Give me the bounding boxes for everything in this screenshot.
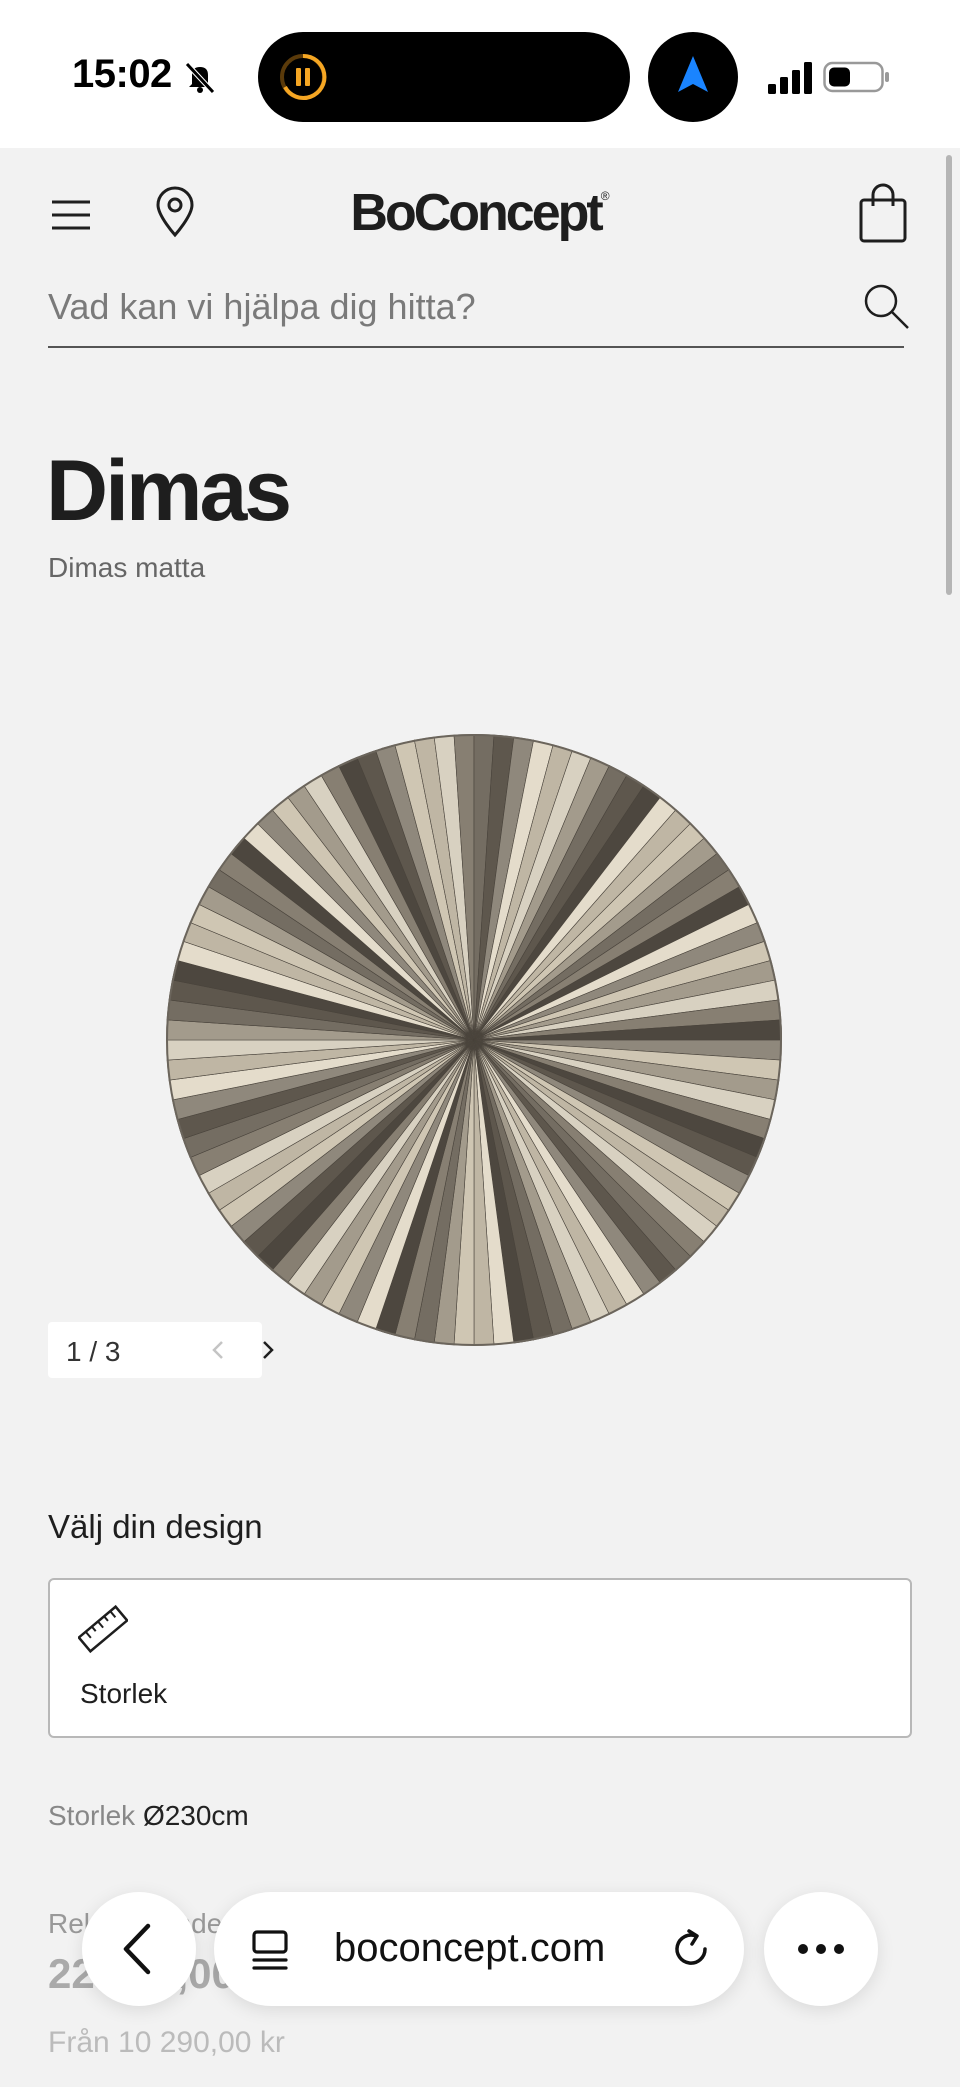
- status-time: 15:02: [72, 52, 172, 96]
- status-bar: 15:02: [0, 0, 960, 148]
- design-heading: Välj din design: [48, 1508, 263, 1545]
- timer-pause-icon: [280, 53, 327, 100]
- selected-size-value: Ø230cm: [142, 1800, 249, 1831]
- product-title: Dimas: [46, 443, 292, 539]
- gallery-pager: 1 / 3: [48, 1322, 274, 1378]
- navigation-indicator[interactable]: [648, 32, 738, 122]
- signal-icon: [768, 62, 812, 94]
- shopping-bag-icon[interactable]: [858, 182, 908, 244]
- url-text: boconcept.com: [334, 1926, 606, 1970]
- gallery-counter: 1 / 3: [66, 1336, 121, 1367]
- selected-size: Storlek Ø230cm: [48, 1800, 249, 1832]
- battery-icon: [823, 61, 889, 93]
- chevron-left-icon[interactable]: [206, 1336, 230, 1364]
- registered-mark: ®: [600, 189, 610, 203]
- search-bar: [48, 268, 909, 348]
- search-input[interactable]: [48, 282, 828, 332]
- price-from: Från 10 290,00 kr: [48, 2026, 285, 2059]
- browser-more-button[interactable]: [764, 1892, 878, 2006]
- brand-logo[interactable]: BoConcept®: [0, 183, 960, 243]
- browser-address-bar[interactable]: boconcept.com: [214, 1892, 744, 2006]
- chevron-left-icon: [123, 1923, 151, 1975]
- reload-icon[interactable]: [670, 1928, 712, 1970]
- more-dots-icon: [798, 1944, 844, 1954]
- location-arrow-icon: [678, 56, 708, 92]
- tabs-icon[interactable]: [250, 1928, 290, 1972]
- dynamic-island[interactable]: [258, 32, 630, 122]
- chevron-right-icon[interactable]: [256, 1336, 280, 1364]
- selected-size-label: Storlek: [48, 1800, 136, 1831]
- size-option-card[interactable]: Storlek: [48, 1578, 912, 1738]
- product-image[interactable]: [166, 734, 782, 1346]
- brand-logo-text: BoConcept: [350, 184, 603, 242]
- bell-slash-icon: [185, 62, 215, 94]
- product-subtitle: Dimas matta: [48, 552, 206, 583]
- size-option-label: Storlek: [80, 1678, 168, 1709]
- browser-back-button[interactable]: [82, 1892, 196, 2006]
- search-icon[interactable]: [862, 282, 912, 332]
- ruler-icon: [78, 1604, 128, 1654]
